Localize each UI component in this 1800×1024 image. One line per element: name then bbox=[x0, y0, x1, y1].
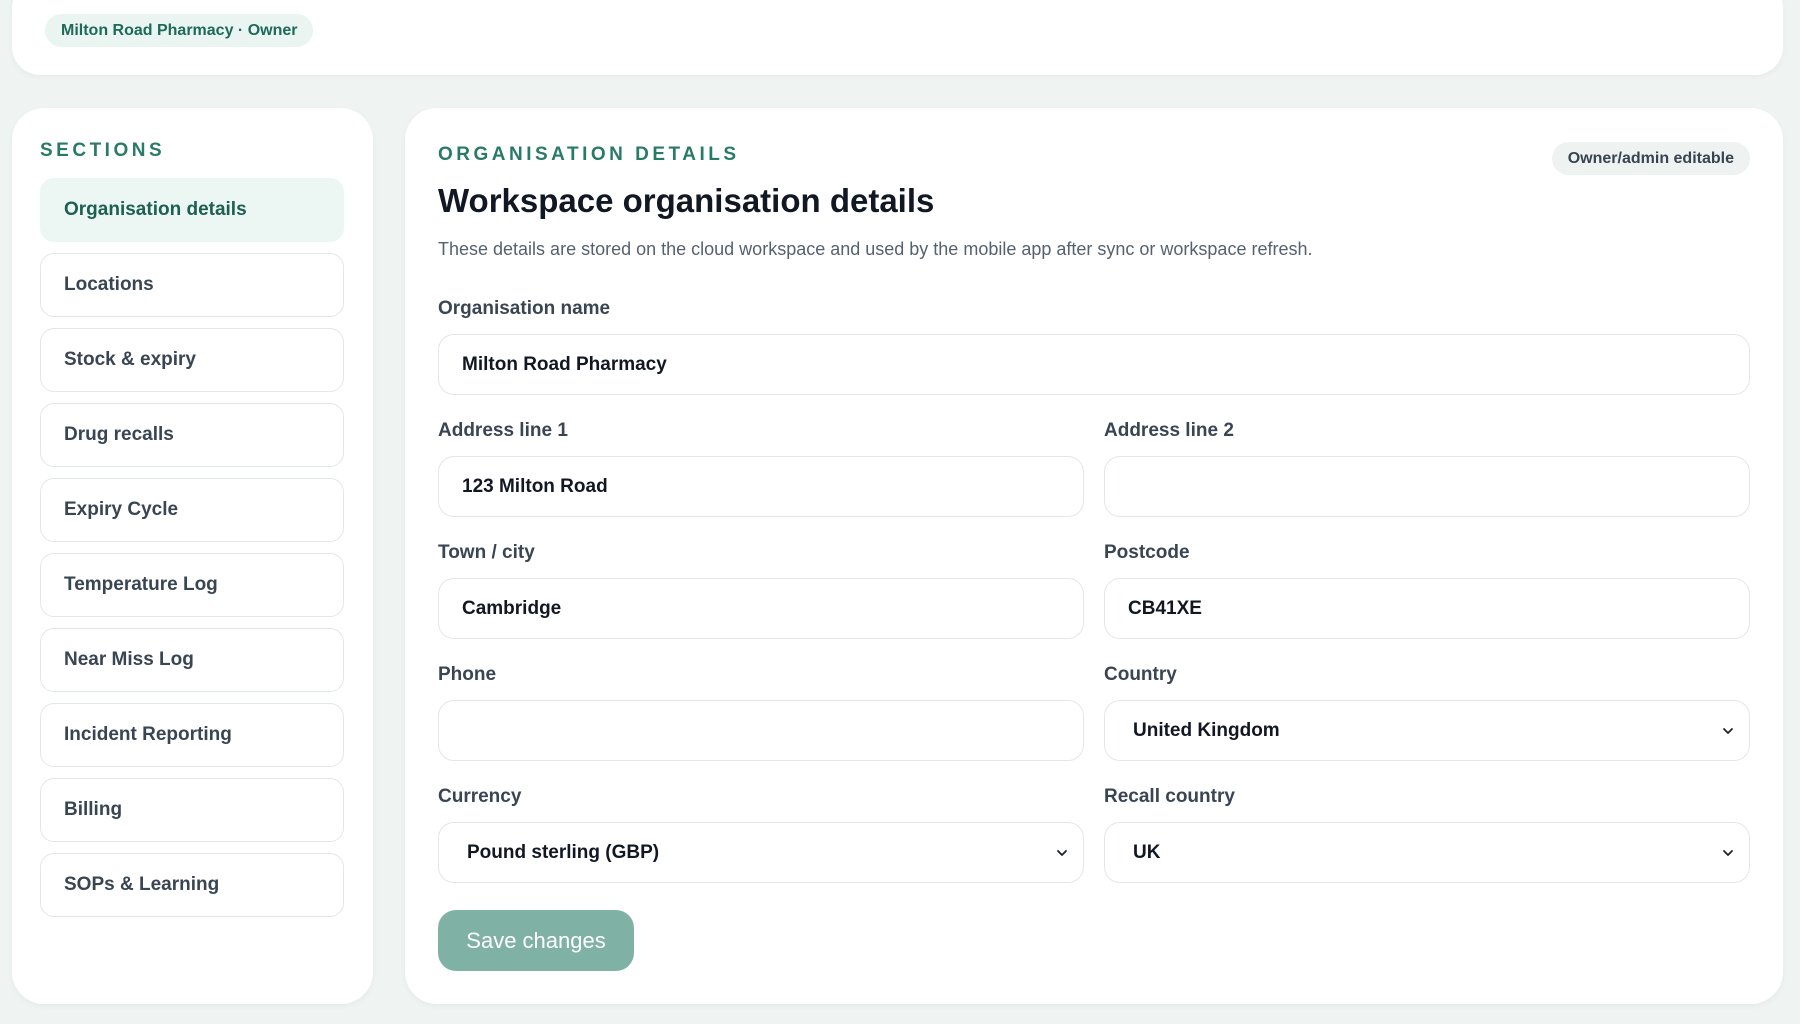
sidebar-item-stock-expiry[interactable]: Stock & expiry bbox=[40, 328, 344, 392]
address-line-1-input[interactable] bbox=[438, 456, 1084, 517]
org-name-label: Organisation name bbox=[438, 298, 611, 319]
sidebar-item-locations[interactable]: Locations bbox=[40, 253, 344, 317]
phone-input[interactable] bbox=[438, 700, 1084, 761]
org-name-input[interactable] bbox=[438, 334, 1750, 395]
workspace-header: Milton Road Pharmacy · Owner bbox=[12, 0, 1783, 75]
postcode-input[interactable] bbox=[1104, 578, 1750, 639]
chevron-down-icon bbox=[1723, 849, 1733, 856]
sidebar-item-drug-recalls[interactable]: Drug recalls bbox=[40, 403, 344, 467]
workspace-role-badge: Milton Road Pharmacy · Owner bbox=[45, 14, 314, 47]
country-select-value: United Kingdom bbox=[1133, 719, 1280, 741]
sidebar-item-incident-reporting[interactable]: Incident Reporting bbox=[40, 703, 344, 767]
country-label: Country bbox=[1104, 664, 1177, 685]
sidebar-heading: SECTIONS bbox=[40, 140, 166, 161]
recall-country-select[interactable]: UK bbox=[1104, 822, 1750, 883]
town-city-input[interactable] bbox=[438, 578, 1084, 639]
address-line-2-input[interactable] bbox=[1104, 456, 1750, 517]
country-select[interactable]: United Kingdom bbox=[1104, 700, 1750, 761]
postcode-label: Postcode bbox=[1104, 542, 1190, 563]
organisation-details-panel: ORGANISATION DETAILS Owner/admin editabl… bbox=[405, 108, 1783, 1004]
phone-label: Phone bbox=[438, 664, 497, 685]
page-title: Workspace organisation details bbox=[438, 182, 935, 219]
page-description: These details are stored on the cloud wo… bbox=[438, 239, 1313, 259]
sections-sidebar: SECTIONS Organisation details Locations … bbox=[12, 108, 373, 1004]
town-city-label: Town / city bbox=[438, 542, 535, 563]
sidebar-item-expiry-cycle[interactable]: Expiry Cycle bbox=[40, 478, 344, 542]
address-line-2-label: Address line 2 bbox=[1104, 420, 1234, 441]
recall-country-label: Recall country bbox=[1104, 786, 1235, 807]
sidebar-item-billing[interactable]: Billing bbox=[40, 778, 344, 842]
address-line-1-label: Address line 1 bbox=[438, 420, 568, 441]
recall-country-select-value: UK bbox=[1133, 841, 1161, 863]
save-changes-button[interactable]: Save changes bbox=[438, 910, 634, 971]
currency-label: Currency bbox=[438, 786, 522, 807]
currency-select-value: Pound sterling (GBP) bbox=[467, 841, 660, 863]
sidebar-nav-list: Organisation details Locations Stock & e… bbox=[40, 178, 345, 917]
sidebar-item-temperature-log[interactable]: Temperature Log bbox=[40, 553, 344, 617]
sidebar-item-sops-learning[interactable]: SOPs & Learning bbox=[40, 853, 344, 917]
chevron-down-icon bbox=[1723, 727, 1733, 734]
sidebar-item-organisation-details[interactable]: Organisation details bbox=[40, 178, 344, 242]
currency-select[interactable]: Pound sterling (GBP) bbox=[438, 822, 1084, 883]
permission-badge: Owner/admin editable bbox=[1551, 142, 1750, 175]
chevron-down-icon bbox=[1057, 849, 1067, 856]
sidebar-item-near-miss-log[interactable]: Near Miss Log bbox=[40, 628, 344, 692]
section-eyebrow: ORGANISATION DETAILS bbox=[438, 144, 740, 165]
